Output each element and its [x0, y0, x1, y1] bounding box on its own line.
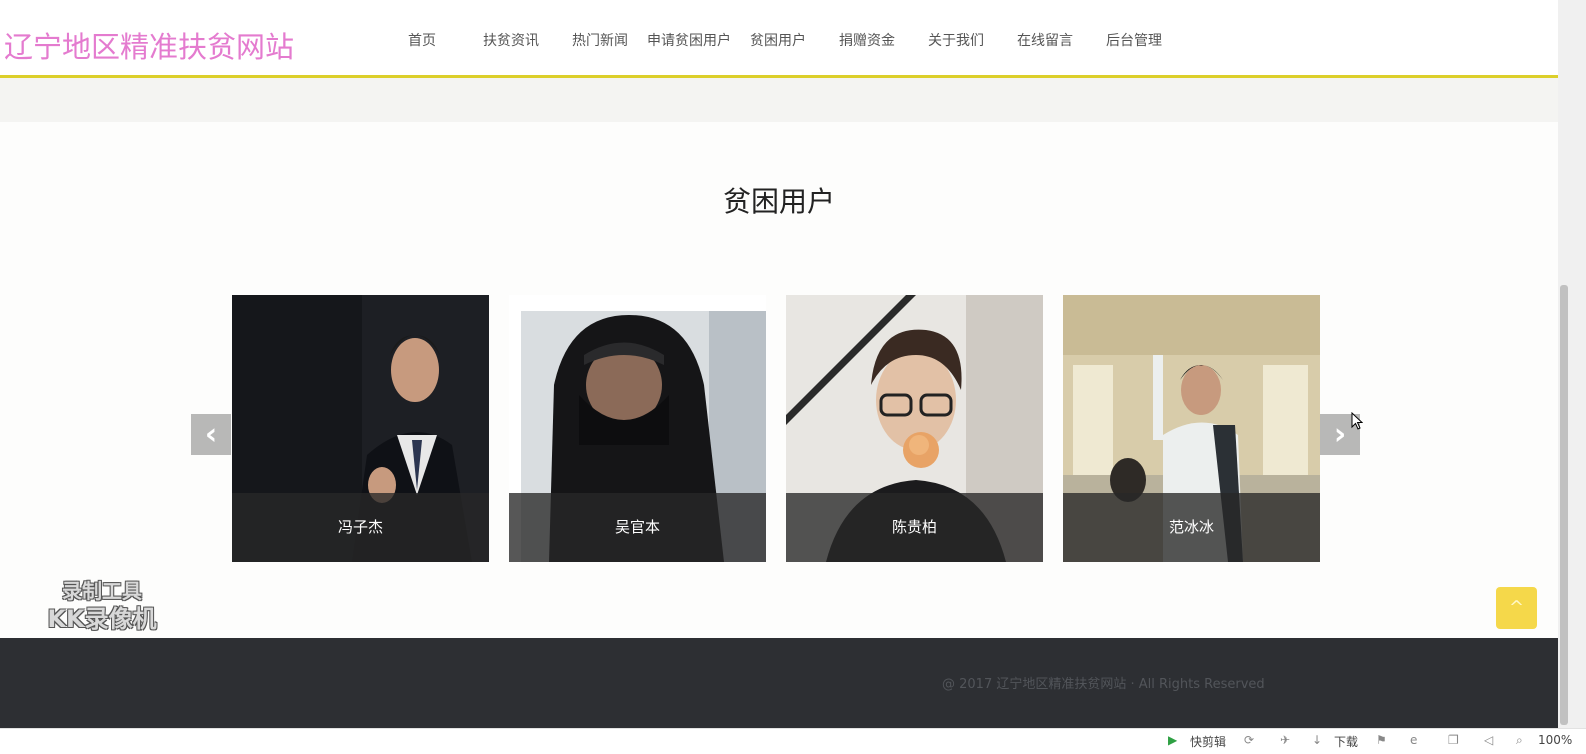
rocket-icon[interactable]: ✈ — [1280, 733, 1290, 747]
site-footer: @ 2017 辽宁地区精准扶贫网站 · All Rights Reserved — [0, 638, 1558, 728]
site-title[interactable]: 辽宁地区精准扶贫网站 — [4, 24, 294, 66]
quick-clip-label[interactable]: 快剪辑 — [1190, 733, 1226, 750]
nav-item-about-us[interactable]: 关于我们 — [928, 30, 984, 50]
user-card[interactable]: 陈贵柏 — [786, 295, 1043, 562]
user-card-name: 范冰冰 — [1063, 493, 1320, 562]
nav-item-poor-users[interactable]: 贫困用户 — [750, 30, 806, 50]
nav-item-poverty-news[interactable]: 扶贫资讯 — [483, 30, 539, 50]
carousel-prev-button[interactable]: ‹ — [191, 414, 231, 455]
user-card-name: 吴官本 — [509, 493, 766, 562]
page-scrollbar[interactable] — [1558, 0, 1586, 728]
nav-item-admin[interactable]: 后台管理 — [1106, 30, 1162, 50]
volume-icon[interactable]: ◁ — [1484, 733, 1493, 747]
header-subbar — [0, 78, 1558, 122]
browser-status-bar: ▶ 快剪辑 ⟳ ✈ ↓ 下载 ⚑ e ❐ ◁ ⌕ 100% — [0, 728, 1586, 754]
browser-icon[interactable]: e — [1410, 733, 1417, 747]
user-card-name: 冯子杰 — [232, 493, 489, 562]
scrollbar-thumb[interactable] — [1560, 285, 1568, 725]
nav-item-online-message[interactable]: 在线留言 — [1017, 30, 1073, 50]
user-card-name: 陈贵柏 — [786, 493, 1043, 562]
window-icon[interactable]: ❐ — [1448, 733, 1459, 747]
quick-clip-icon[interactable]: ▶ — [1168, 733, 1177, 747]
zoom-icon[interactable]: ⌕ — [1516, 733, 1523, 748]
download-icon[interactable]: ↓ — [1312, 733, 1322, 747]
site-header: 辽宁地区精准扶贫网站 首页 扶贫资讯 热门新闻 申请贫困用户 贫困用户 捐赠资金… — [0, 0, 1558, 78]
back-to-top-button[interactable]: ^ — [1496, 587, 1537, 629]
user-card[interactable]: 冯子杰 — [232, 295, 489, 562]
mouse-cursor-icon — [1351, 412, 1363, 430]
footer-copyright: @ 2017 辽宁地区精准扶贫网站 · All Rights Reserved — [942, 677, 1265, 692]
nav-item-apply-poor-user[interactable]: 申请贫困用户 — [647, 30, 731, 50]
flag-icon[interactable]: ⚑ — [1376, 733, 1387, 747]
nav-item-donate-funds[interactable]: 捐赠资金 — [839, 30, 895, 50]
watermark-line-2: KK录像机 — [47, 605, 157, 633]
user-card[interactable]: 吴官本 — [509, 295, 766, 562]
user-card[interactable]: 范冰冰 — [1063, 295, 1320, 562]
recorder-watermark: 录制工具 KK录像机 — [32, 578, 172, 634]
refresh-icon[interactable]: ⟳ — [1244, 733, 1254, 747]
nav-item-home[interactable]: 首页 — [408, 30, 436, 50]
section-title: 贫困用户 — [722, 185, 835, 218]
download-label[interactable]: 下载 — [1334, 733, 1358, 750]
zoom-level[interactable]: 100% — [1538, 733, 1572, 747]
nav-item-hot-news[interactable]: 热门新闻 — [572, 30, 628, 50]
watermark-line-1: 录制工具 — [62, 579, 142, 603]
